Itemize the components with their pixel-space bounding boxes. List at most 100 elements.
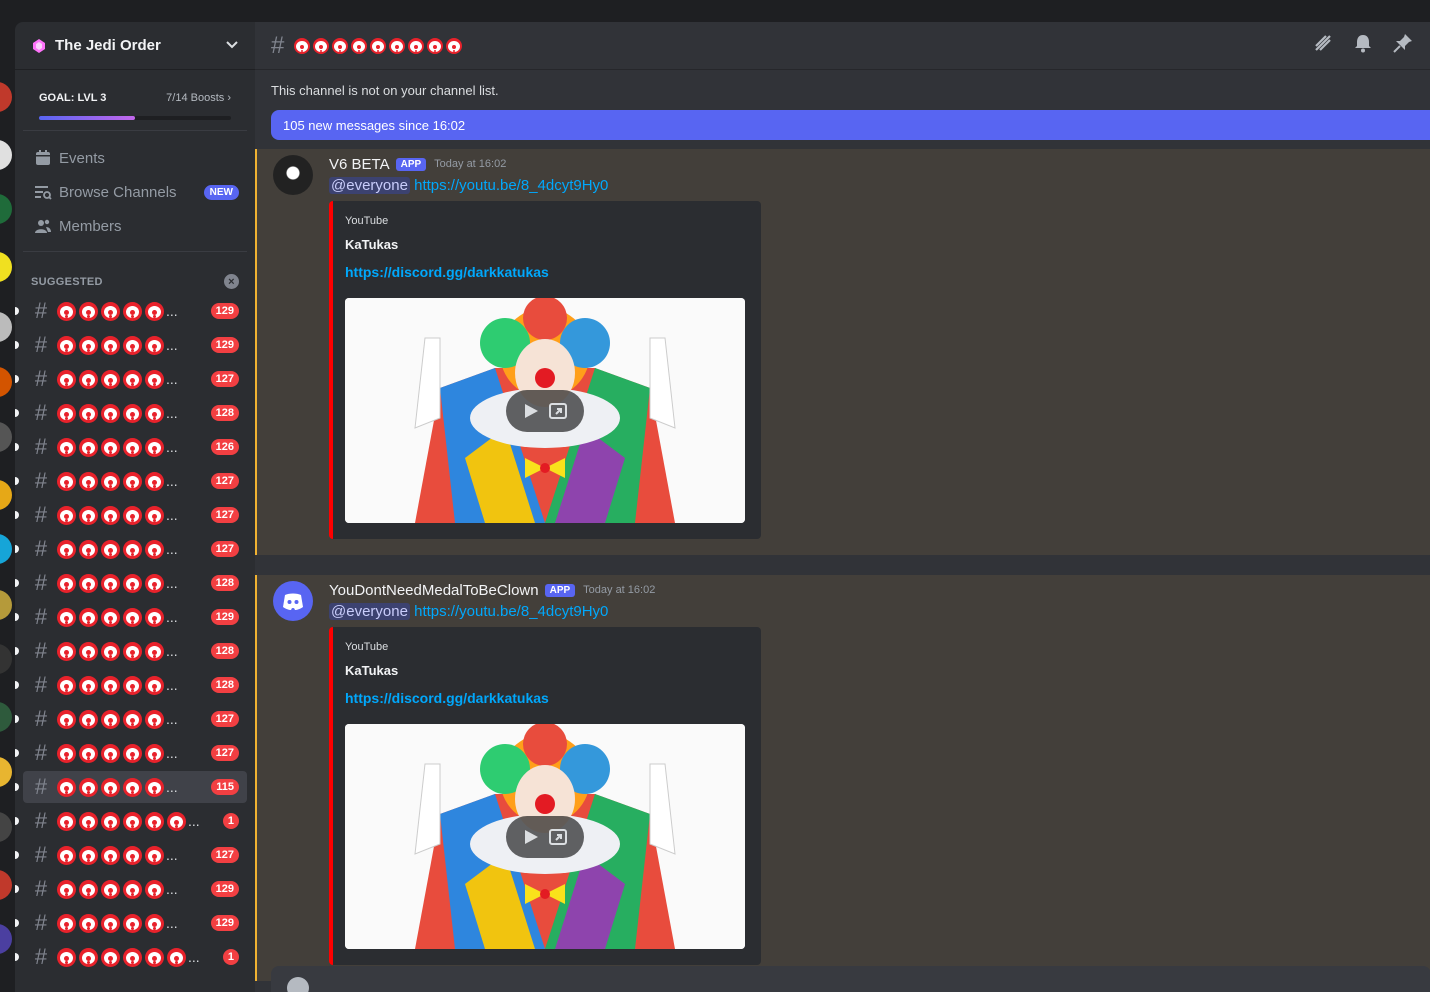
clown-face-icon [332, 37, 349, 54]
bell-icon[interactable] [1352, 32, 1374, 59]
channel-item[interactable]: #... 129 [15, 329, 247, 361]
message-timestamp: Today at 16:02 [583, 584, 656, 596]
channel-item[interactable]: #... 127 [15, 703, 247, 735]
server-icon[interactable] [0, 194, 12, 224]
clown-face-icon [145, 743, 164, 763]
truncation-ellipsis: ... [166, 473, 178, 489]
truncation-ellipsis: ... [166, 575, 178, 591]
embed-description-link[interactable]: https://discord.gg/darkkatukas [345, 264, 745, 280]
message-author[interactable]: YouDontNeedMedalToBeClown [329, 582, 539, 599]
add-attachment-icon[interactable] [287, 977, 309, 992]
youtube-link[interactable]: https://youtu.be/8_4dcyt9Hy0 [414, 603, 608, 620]
message[interactable]: YouDontNeedMedalToBeClown APP Today at 16:… [255, 575, 1430, 981]
clown-face-icon [145, 369, 164, 389]
channel-item[interactable]: #... 126 [15, 431, 247, 463]
clown-face-icon [167, 811, 186, 831]
server-icon[interactable] [0, 757, 12, 787]
clown-face-icon [294, 37, 311, 54]
channel-item[interactable]: #... 128 [15, 567, 247, 599]
video-thumbnail[interactable] [345, 298, 745, 523]
server-icon[interactable] [0, 812, 12, 842]
channel-item[interactable]: #... 129 [15, 873, 247, 905]
pin-icon[interactable] [1392, 32, 1414, 59]
channel-header: # [255, 22, 1430, 70]
play-icon [525, 404, 538, 418]
channel-item[interactable]: #... 1 [15, 805, 247, 837]
hashtag-icon: # [34, 468, 48, 493]
boost-gem-icon [31, 38, 47, 54]
message-composer[interactable] [271, 966, 1430, 992]
truncation-ellipsis: ... [166, 881, 178, 897]
embed-title[interactable]: KaTukas [345, 237, 745, 252]
channel-item[interactable]: #... 127 [15, 737, 247, 769]
channel-item[interactable]: #... 127 [15, 465, 247, 497]
everyone-mention[interactable]: @everyone [329, 603, 410, 620]
clown-face-icon [145, 675, 164, 695]
threads-icon[interactable] [1312, 32, 1334, 59]
server-icon[interactable] [0, 312, 12, 342]
truncation-ellipsis: ... [166, 337, 178, 353]
play-button[interactable] [506, 390, 584, 432]
clown-face-icon [101, 743, 120, 763]
unread-indicator [15, 783, 19, 791]
channel-item[interactable]: #... 129 [15, 907, 247, 939]
embed-title[interactable]: KaTukas [345, 663, 745, 678]
clown-face-icon [145, 913, 164, 933]
server-icon[interactable] [0, 367, 12, 397]
clown-face-icon [123, 947, 142, 967]
server-icon[interactable] [0, 252, 12, 282]
dismiss-suggested-icon[interactable]: × [224, 274, 239, 289]
channel-item[interactable]: #... 129 [15, 601, 247, 633]
channel-sidebar: The Jedi Order GOAL: LVL 3 7/14 Boosts ›… [15, 22, 255, 992]
server-icon[interactable] [0, 870, 12, 900]
message-author[interactable]: V6 BETA [329, 156, 390, 173]
boost-goal[interactable]: GOAL: LVL 3 7/14 Boosts › [23, 70, 247, 131]
channel-item[interactable]: #... 128 [15, 397, 247, 429]
server-icon[interactable] [0, 534, 12, 564]
members-link[interactable]: Members [31, 209, 239, 243]
server-icon[interactable] [0, 480, 12, 510]
clown-face-icon [79, 573, 98, 593]
avatar[interactable] [273, 155, 313, 195]
youtube-link[interactable]: https://youtu.be/8_4dcyt9Hy0 [414, 177, 608, 194]
truncation-ellipsis: ... [166, 439, 178, 455]
hashtag-icon: # [34, 706, 48, 731]
channel-item[interactable]: #... 115 [15, 771, 247, 803]
embed-provider[interactable]: YouTube [345, 215, 745, 227]
clown-face-icon [57, 811, 76, 831]
server-icon[interactable] [0, 590, 12, 620]
events-link[interactable]: Events [31, 141, 239, 175]
browse-channels-link[interactable]: Browse Channels NEW [31, 175, 239, 209]
clown-face-icon [57, 437, 76, 457]
channel-item[interactable]: #... 128 [15, 635, 247, 667]
unread-indicator [15, 579, 19, 587]
server-icon[interactable] [0, 140, 12, 170]
server-icon[interactable] [0, 82, 12, 112]
server-header[interactable]: The Jedi Order [15, 22, 255, 70]
play-button[interactable] [506, 816, 584, 858]
clown-face-icon [57, 879, 76, 899]
channel-item[interactable]: #... 127 [15, 499, 247, 531]
embed-provider[interactable]: YouTube [345, 641, 745, 653]
message[interactable]: V6 BETA APP Today at 16:02 @everyone https:… [255, 149, 1430, 555]
server-icon[interactable] [0, 924, 12, 954]
truncation-ellipsis: ... [166, 847, 178, 863]
channel-item[interactable]: #... 127 [15, 839, 247, 871]
avatar[interactable] [273, 581, 313, 621]
unread-indicator [15, 919, 19, 927]
channel-item[interactable]: #... 129 [15, 295, 247, 327]
channel-item[interactable]: #... 128 [15, 669, 247, 701]
clown-face-icon [101, 573, 120, 593]
clown-face-icon [427, 37, 444, 54]
channel-item[interactable]: #... 127 [15, 363, 247, 395]
new-messages-bar[interactable]: 105 new messages since 16:02 [271, 110, 1430, 140]
channel-item[interactable]: #... 127 [15, 533, 247, 565]
everyone-mention[interactable]: @everyone [329, 177, 410, 194]
channel-item[interactable]: #... 1 [15, 941, 247, 973]
server-icon[interactable] [0, 702, 12, 732]
server-icon[interactable] [0, 644, 12, 674]
truncation-ellipsis: ... [188, 949, 200, 965]
video-thumbnail[interactable] [345, 724, 745, 949]
embed-description-link[interactable]: https://discord.gg/darkkatukas [345, 690, 745, 706]
server-icon[interactable] [0, 422, 12, 452]
